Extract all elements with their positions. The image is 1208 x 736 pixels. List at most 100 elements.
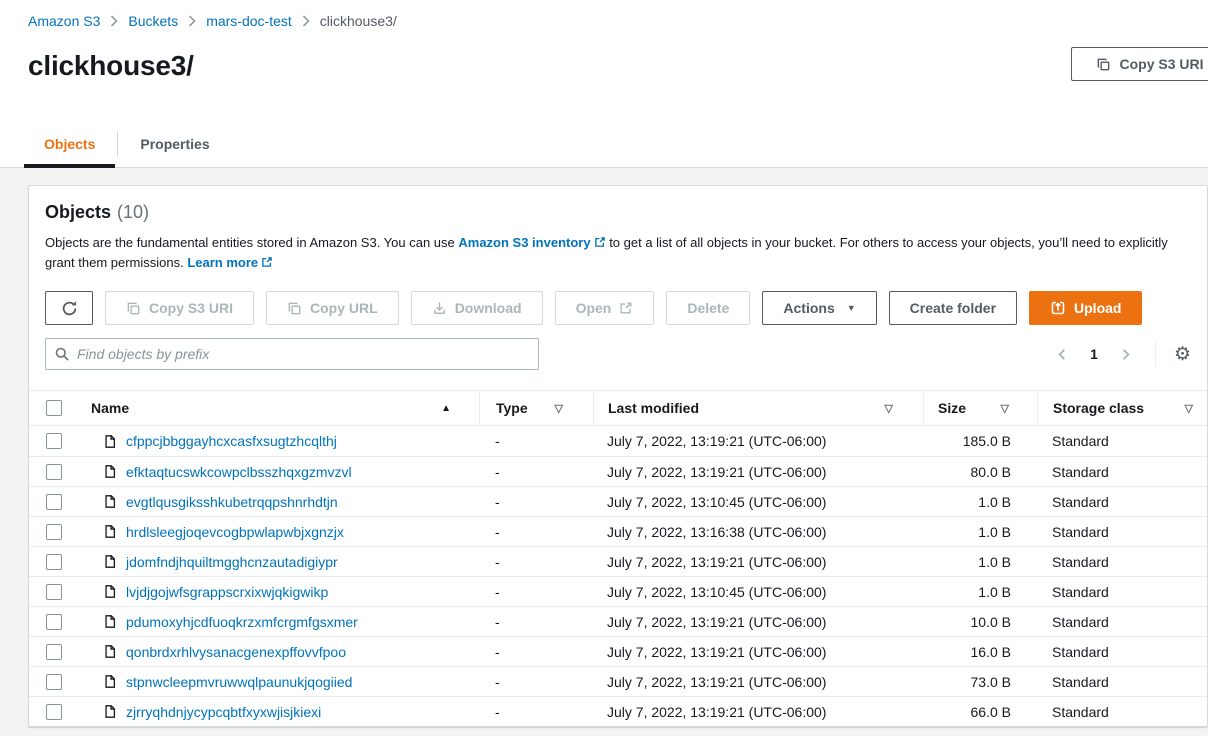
object-last-modified: July 7, 2022, 13:19:21 (UTC-06:00) — [593, 704, 923, 720]
object-name-link[interactable]: pdumoxyhjcdfuoqkrzxmfcrgmfgsxmer — [126, 614, 358, 630]
row-checkbox[interactable] — [46, 584, 62, 600]
objects-panel-title: Objects — [45, 202, 111, 222]
learn-more-link[interactable]: Learn more — [187, 255, 273, 270]
actions-dropdown-button[interactable]: Actions ▼ — [762, 291, 876, 325]
row-checkbox[interactable] — [46, 524, 62, 540]
chevron-right-icon — [188, 15, 196, 27]
table-row: stpnwcleepmvruwwqlpaunukjqogiied - July … — [29, 666, 1207, 696]
page-header: Amazon S3 Buckets mars-doc-test clickhou… — [0, 0, 1208, 168]
file-icon — [103, 584, 117, 599]
tab-properties[interactable]: Properties — [120, 120, 229, 167]
objects-table: Name ▲ Type ▽ Last modified ▽ Size ▽ Sto… — [29, 390, 1207, 726]
preferences-gear-icon[interactable]: ⚙ — [1174, 345, 1191, 364]
object-last-modified: July 7, 2022, 13:19:21 (UTC-06:00) — [593, 644, 923, 660]
object-name-link[interactable]: zjrryqhdnjycypcqbtfxyxwjisjkiexi — [126, 704, 321, 720]
tab-bar: Objects Properties — [0, 120, 1208, 168]
column-header-name[interactable]: Name ▲ — [79, 391, 479, 425]
external-link-icon — [261, 256, 273, 268]
object-name-link[interactable]: qonbrdxrhlvysanacgenexpffovvfpoo — [126, 644, 346, 660]
utilities-divider — [1155, 341, 1156, 367]
objects-toolbar: Copy S3 URI Copy URL Download Open Delet… — [29, 291, 1207, 325]
sort-unsorted-icon: ▽ — [1001, 402, 1009, 415]
object-size: 1.0 B — [923, 554, 1037, 570]
search-input[interactable] — [77, 346, 530, 362]
page-title: clickhouse3/ — [28, 50, 194, 82]
file-icon — [103, 644, 117, 659]
file-icon — [103, 674, 117, 689]
copy-icon — [126, 301, 141, 316]
copy-icon — [1096, 57, 1111, 72]
row-checkbox[interactable] — [46, 554, 62, 570]
breadcrumb-amazon-s3[interactable]: Amazon S3 — [28, 13, 100, 29]
object-type: - — [479, 494, 593, 510]
column-header-type[interactable]: Type ▽ — [479, 391, 593, 425]
object-storage-class: Standard — [1037, 524, 1207, 540]
row-checkbox[interactable] — [46, 674, 62, 690]
file-icon — [103, 704, 117, 719]
breadcrumb-bucket-name[interactable]: mars-doc-test — [206, 13, 292, 29]
object-last-modified: July 7, 2022, 13:16:38 (UTC-06:00) — [593, 524, 923, 540]
copy-s3-uri-button: Copy S3 URI — [105, 291, 254, 325]
column-header-size[interactable]: Size ▽ — [923, 391, 1037, 425]
object-storage-class: Standard — [1037, 704, 1207, 720]
breadcrumb: Amazon S3 Buckets mars-doc-test clickhou… — [28, 13, 397, 29]
object-last-modified: July 7, 2022, 13:19:21 (UTC-06:00) — [593, 614, 923, 630]
amazon-s3-inventory-link[interactable]: Amazon S3 inventory — [458, 235, 605, 250]
tab-objects[interactable]: Objects — [24, 120, 115, 167]
object-name-link[interactable]: efktaqtucswkcowpclbsszhqxgzmvzvl — [126, 464, 352, 480]
object-rows: cfppcjbbggayhcxcasfxsugtzhcqlthj - July … — [29, 426, 1207, 726]
open-button: Open — [555, 291, 655, 325]
row-checkbox[interactable] — [46, 494, 62, 510]
table-row: efktaqtucswkcowpclbsszhqxgzmvzvl - July … — [29, 456, 1207, 486]
object-storage-class: Standard — [1037, 433, 1207, 449]
refresh-button[interactable] — [45, 291, 93, 325]
object-name-link[interactable]: stpnwcleepmvruwwqlpaunukjqogiied — [126, 674, 352, 690]
create-folder-button[interactable]: Create folder — [889, 291, 1017, 325]
copy-s3-uri-button-top[interactable]: Copy S3 URI — [1071, 47, 1208, 81]
search-icon — [54, 346, 70, 362]
object-storage-class: Standard — [1037, 554, 1207, 570]
object-size: 80.0 B — [923, 464, 1037, 480]
objects-panel: Objects(10) Objects are the fundamental … — [28, 185, 1208, 727]
object-storage-class: Standard — [1037, 674, 1207, 690]
next-page-button[interactable] — [1114, 343, 1137, 366]
row-checkbox[interactable] — [46, 704, 62, 720]
table-row: hrdlsleegjoqevcogbpwlapwbjxgnzjx - July … — [29, 516, 1207, 546]
object-size: 10.0 B — [923, 614, 1037, 630]
column-header-storage-class[interactable]: Storage class ▽ — [1037, 391, 1207, 425]
chevron-right-icon — [302, 15, 310, 27]
row-checkbox[interactable] — [46, 464, 62, 480]
row-checkbox[interactable] — [46, 644, 62, 660]
file-icon — [103, 434, 117, 449]
column-header-last-modified[interactable]: Last modified ▽ — [593, 391, 923, 425]
table-row: zjrryqhdnjycypcqbtfxyxwjisjkiexi - July … — [29, 696, 1207, 726]
object-name-link[interactable]: evgtlqusgiksshkubetrqqpshnrhdtjn — [126, 494, 338, 510]
table-row: lvjdjgojwfsgrappscrxixwjqkigwikp - July … — [29, 576, 1207, 606]
file-icon — [103, 464, 117, 479]
search-row: 1 ⚙ — [29, 338, 1207, 370]
object-last-modified: July 7, 2022, 13:19:21 (UTC-06:00) — [593, 674, 923, 690]
content-area: Objects(10) Objects are the fundamental … — [0, 168, 1208, 736]
object-name-link[interactable]: cfppcjbbggayhcxcasfxsugtzhcqlthj — [126, 433, 337, 449]
upload-button[interactable]: Upload — [1029, 291, 1142, 325]
previous-page-button[interactable] — [1051, 343, 1074, 366]
row-checkbox[interactable] — [46, 614, 62, 630]
object-storage-class: Standard — [1037, 584, 1207, 600]
sort-ascending-icon: ▲ — [441, 403, 451, 414]
object-name-link[interactable]: hrdlsleegjoqevcogbpwlapwbjxgnzjx — [126, 524, 344, 540]
select-all-checkbox[interactable] — [46, 400, 62, 416]
breadcrumb-buckets[interactable]: Buckets — [128, 13, 178, 29]
object-name-link[interactable]: lvjdjgojwfsgrappscrxixwjqkigwikp — [126, 584, 328, 600]
page-number-button[interactable]: 1 — [1090, 346, 1098, 362]
object-type: - — [479, 554, 593, 570]
sort-unsorted-icon: ▽ — [885, 402, 893, 415]
object-name-link[interactable]: jdomfndjhquiltmgghcnzautadigiypr — [126, 554, 338, 570]
object-size: 1.0 B — [923, 584, 1037, 600]
table-utilities: 1 ⚙ — [1051, 341, 1191, 367]
table-row: pdumoxyhjcdfuoqkrzxmfcrgmfgsxmer - July … — [29, 606, 1207, 636]
object-type: - — [479, 524, 593, 540]
table-header-row: Name ▲ Type ▽ Last modified ▽ Size ▽ Sto… — [29, 390, 1207, 426]
external-link-icon — [594, 236, 606, 248]
copy-url-button: Copy URL — [266, 291, 399, 325]
row-checkbox[interactable] — [46, 433, 62, 449]
